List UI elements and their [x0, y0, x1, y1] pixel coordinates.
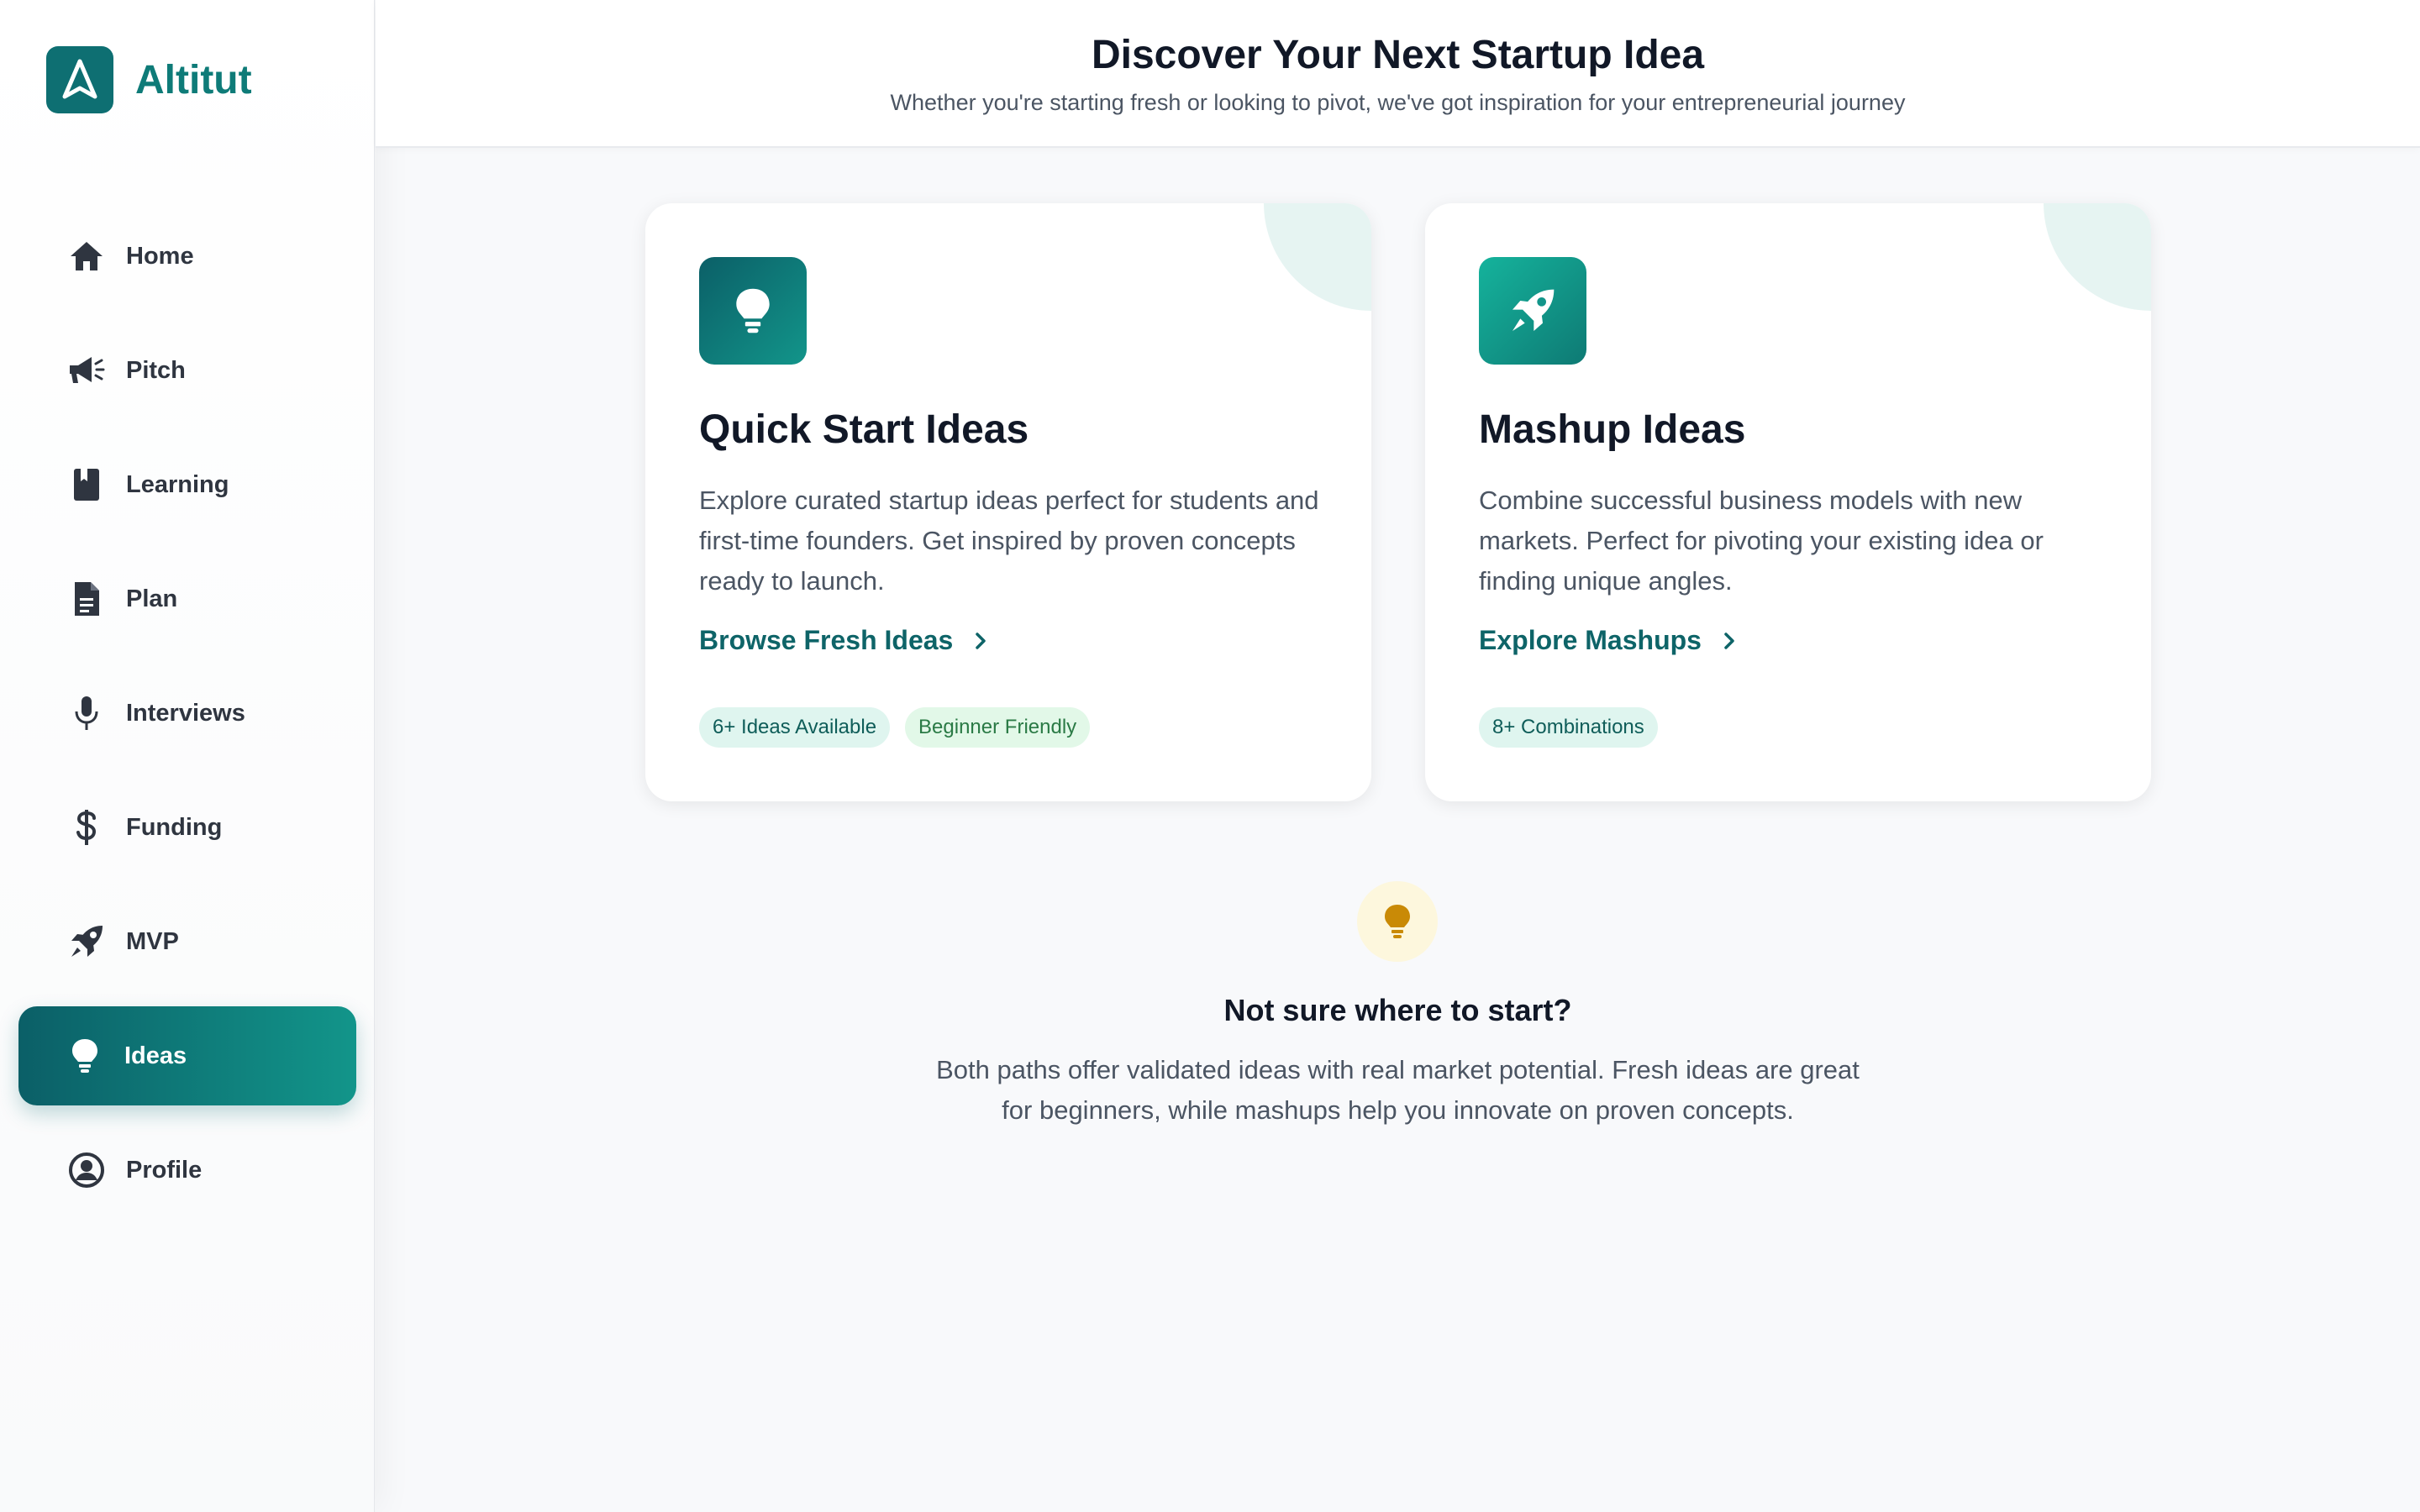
lightbulb-icon [699, 257, 807, 365]
sidebar-item-label: Home [126, 242, 194, 270]
chevron-right-icon [975, 632, 986, 650]
sidebar-item-ideas[interactable]: Ideas [18, 1006, 356, 1105]
sidebar-item-label: Pitch [126, 356, 186, 384]
hint-title: Not sure where to start? [1223, 993, 1572, 1027]
card-link-label: Explore Mashups [1479, 625, 1702, 655]
sidebar-item-label: Learning [126, 470, 229, 498]
card-description: Explore curated startup ideas perfect fo… [699, 486, 1319, 596]
book-icon [67, 465, 106, 504]
altitut-logo-icon [46, 46, 113, 113]
card-description: Combine successful business models with … [1479, 486, 2044, 596]
card-title: Quick Start Ideas [699, 407, 1029, 452]
card-link-label: Browse Fresh Ideas [699, 625, 954, 655]
lightbulb-icon [66, 1037, 104, 1075]
sidebar-item-profile[interactable]: Profile [18, 1121, 356, 1220]
card-tags: 8+ Combinations [1479, 707, 1673, 748]
rocket-icon [1479, 257, 1586, 365]
tag-beginner-friendly: Beginner Friendly [905, 707, 1091, 748]
page-header: Discover Your Next Startup Idea Whether … [376, 0, 2420, 148]
sidebar-item-learning[interactable]: Learning [18, 435, 356, 534]
card-corner-decoration [1264, 203, 1371, 311]
quick-start-ideas-card[interactable]: Quick Start Ideas Explore curated startu… [645, 203, 1371, 801]
dollar-icon [67, 808, 106, 847]
user-circle-icon [67, 1151, 106, 1189]
sidebar-item-label: Profile [126, 1156, 203, 1184]
document-icon [67, 580, 106, 618]
sidebar-item-mvp[interactable]: MVP [18, 892, 356, 991]
sidebar-item-funding[interactable]: Funding [18, 778, 356, 877]
card-title: Mashup Ideas [1479, 407, 1746, 452]
sidebar-item-label: Ideas [124, 1042, 187, 1069]
card-tags: 6+ Ideas Available Beginner Friendly [699, 707, 1105, 748]
mashup-ideas-card[interactable]: Mashup Ideas Combine successful business… [1425, 203, 2151, 801]
megaphone-icon [67, 351, 106, 390]
browse-fresh-ideas-link[interactable]: Browse Fresh Ideas [699, 625, 986, 656]
tag-ideas-available: 6+ Ideas Available [699, 707, 891, 748]
sidebar-item-label: Funding [126, 813, 223, 841]
lightbulb-icon [1357, 881, 1438, 962]
brand[interactable]: Altitut [46, 46, 252, 113]
rocket-icon [67, 922, 106, 961]
page-subtitle: Whether you're starting fresh or looking… [890, 90, 1906, 115]
card-corner-decoration [2044, 203, 2151, 311]
home-icon [67, 237, 106, 276]
explore-mashups-link[interactable]: Explore Mashups [1479, 625, 1735, 656]
sidebar: Altitut Home Pitch Learning Plan Intervi… [0, 0, 375, 1512]
sidebar-item-label: MVP [126, 927, 179, 955]
sidebar-item-interviews[interactable]: Interviews [18, 664, 356, 763]
sidebar-item-home[interactable]: Home [18, 207, 356, 306]
sidebar-item-label: Plan [126, 585, 178, 612]
hint-text: Both paths offer validated ideas with re… [936, 1055, 1860, 1125]
page-title: Discover Your Next Startup Idea [1091, 33, 1705, 77]
sidebar-item-pitch[interactable]: Pitch [18, 321, 356, 420]
tag-combinations: 8+ Combinations [1479, 707, 1658, 748]
sidebar-nav: Home Pitch Learning Plan Interviews Fund… [18, 207, 356, 1235]
sidebar-item-label: Interviews [126, 699, 245, 727]
microphone-icon [67, 694, 106, 732]
brand-name: Altitut [135, 57, 252, 102]
chevron-right-icon [1723, 632, 1735, 650]
sidebar-item-plan[interactable]: Plan [18, 549, 356, 648]
